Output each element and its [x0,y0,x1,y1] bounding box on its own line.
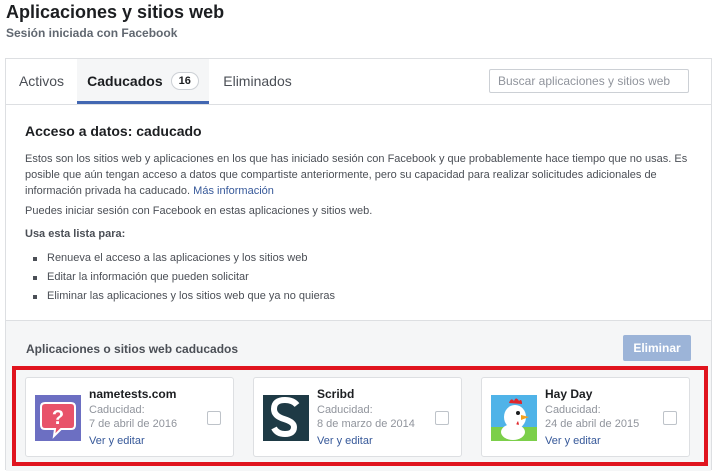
more-info-link[interactable]: Más información [193,185,274,197]
use-list-label: Usa esta lista para: [25,228,126,240]
expiry-date: 7 de abril de 2016 [89,418,178,430]
svg-text:?: ? [52,407,64,429]
app-card-scribd: Scribd Caducidad: 8 de marzo de 2014 Ver… [253,377,462,457]
description-body: Estos son los sitios web y aplicaciones … [25,153,688,197]
use-list: Renueva el acceso a las aplicaciones y l… [25,249,335,306]
list-item: Renueva el acceso a las aplicaciones y l… [25,249,335,268]
login-hint-text: Puedes iniciar sesión con Facebook en es… [25,205,373,217]
tab-caducados[interactable]: Caducados 16 [77,59,209,104]
tab-label: Eliminados [223,73,292,89]
list-item: Editar la información que pueden solicit… [25,268,335,287]
list-item: Eliminar las aplicaciones y los sitios w… [25,287,335,306]
hayday-icon [491,395,537,441]
login-status: Sesión iniciada con Facebook [6,26,178,40]
search-input[interactable] [489,69,689,93]
tab-eliminados[interactable]: Eliminados [209,59,306,103]
tab-bar: Activos Caducados 16 Eliminados [6,59,711,105]
app-name: Hay Day [545,387,593,401]
view-edit-link[interactable]: Ver y editar [545,435,601,447]
tab-label: Caducados [87,73,163,89]
expiry-date: 8 de marzo de 2014 [317,418,415,430]
expiry-label: Caducidad: [317,404,373,416]
count-badge: 16 [170,72,199,91]
remove-button[interactable]: Eliminar [623,335,691,361]
expired-section-title: Aplicaciones o sitios web caducados [26,342,239,356]
app-name: Scribd [317,387,355,401]
view-edit-link[interactable]: Ver y editar [89,435,145,447]
select-checkbox[interactable] [435,411,449,425]
select-checkbox[interactable] [207,411,221,425]
description-text: Estos son los sitios web y aplicaciones … [25,151,695,199]
select-checkbox[interactable] [663,411,677,425]
view-edit-link[interactable]: Ver y editar [317,435,373,447]
section-heading: Acceso a datos: caducado [25,123,202,139]
app-card-hayday: Hay Day Caducidad: 24 de abril de 2015 V… [481,377,690,457]
app-card-nametests: ? nametests.com Caducidad: 7 de abril de… [25,377,234,457]
scribd-icon [263,395,309,441]
expiry-label: Caducidad: [545,404,601,416]
expiry-date: 24 de abril de 2015 [545,418,640,430]
app-name: nametests.com [89,387,177,401]
tab-activos[interactable]: Activos [6,59,77,103]
page-title: Aplicaciones y sitios web [6,2,225,22]
info-section: Acceso a datos: caducado Estos son los s… [25,123,695,302]
nametests-icon: ? [35,395,81,441]
expiry-label: Caducidad: [89,404,145,416]
tab-label: Activos [18,73,65,89]
